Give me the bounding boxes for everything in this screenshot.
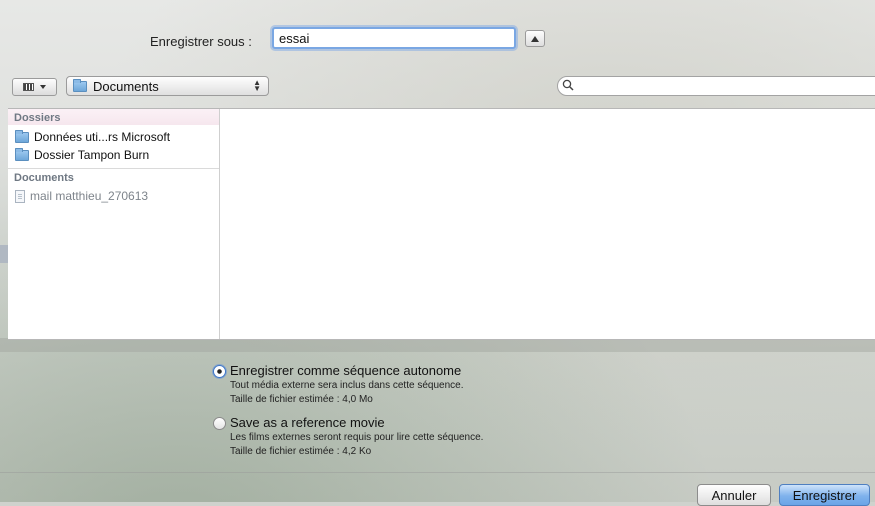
option-description: Les films externes seront requis pour li… <box>230 432 484 443</box>
option-size: Taille de fichier estimée : 4,0 Mo <box>230 394 373 405</box>
divider <box>0 472 875 473</box>
collapse-dialog-button[interactable] <box>525 30 545 47</box>
chevron-down-icon <box>40 85 46 89</box>
folder-icon <box>73 78 87 92</box>
save-button[interactable]: Enregistrer <box>779 484 870 506</box>
option-description: Tout média externe sera inclus dans cett… <box>230 380 464 391</box>
filename-input[interactable] <box>272 27 516 49</box>
save-as-label: Enregistrer sous : <box>150 34 252 49</box>
folder-icon <box>15 129 29 143</box>
view-mode-button[interactable] <box>12 78 57 96</box>
document-icon <box>15 189 25 203</box>
search-input[interactable] <box>557 76 875 96</box>
option-title: Save as a reference movie <box>230 415 385 430</box>
sidebar-item-label: mail matthieu_270613 <box>30 189 149 203</box>
updown-arrows-icon: ▲ ▼ <box>253 78 261 93</box>
search-icon <box>562 79 574 91</box>
sidebar-section-title: Documents <box>14 172 74 184</box>
sidebar-item-folder[interactable]: Dossier Tampon Burn <box>8 146 219 164</box>
radio-unselected-icon[interactable] <box>213 417 226 430</box>
sidebar-item-document[interactable]: mail matthieu_270613 <box>8 187 219 205</box>
location-label: Documents <box>93 78 159 94</box>
backdrop-strip <box>0 338 875 352</box>
cancel-button[interactable]: Annuler <box>697 484 771 506</box>
sidebar-item-label: Données uti...rs Microsoft <box>34 130 171 144</box>
file-browser: Dossiers Données uti...rs Microsoft Doss… <box>8 108 875 340</box>
sidebar: Dossiers Données uti...rs Microsoft Doss… <box>8 109 220 339</box>
option-size: Taille de fichier estimée : 4,2 Ko <box>230 446 372 457</box>
grid-view-icon <box>23 83 34 91</box>
folder-icon <box>15 147 29 161</box>
radio-selected-icon[interactable] <box>213 365 226 378</box>
scroll-marker <box>0 245 8 263</box>
triangle-up-icon <box>531 35 539 42</box>
sidebar-section-title: Dossiers <box>8 109 219 125</box>
sidebar-item-folder[interactable]: Données uti...rs Microsoft <box>8 128 219 146</box>
location-popup[interactable]: Documents ▲ ▼ <box>66 76 269 96</box>
sidebar-item-label: Dossier Tampon Burn <box>34 148 150 162</box>
option-title: Enregistrer comme séquence autonome <box>230 363 462 378</box>
